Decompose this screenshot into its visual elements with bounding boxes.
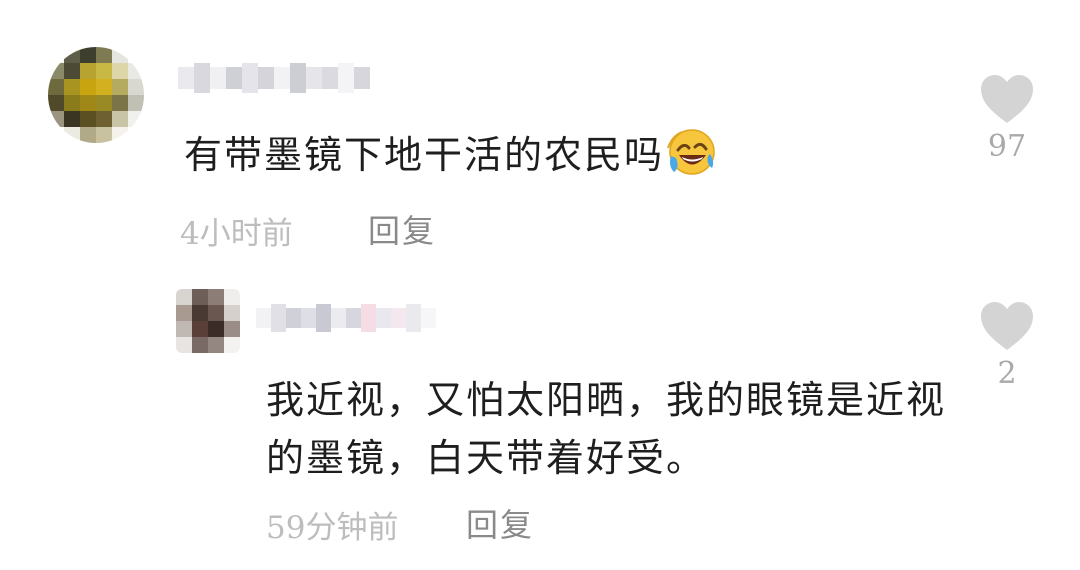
avatar-mosaic-cell (224, 321, 240, 337)
username-mosaic-block (331, 308, 346, 328)
laughing-with-tears-emoji-icon (667, 129, 715, 175)
avatar-mosaic-cell (128, 127, 144, 143)
like-button[interactable]: 97 (977, 73, 1037, 164)
comment-text: 有带墨镜下地干活的农民吗 (184, 128, 716, 178)
username-mosaic-block (338, 63, 354, 93)
like-button[interactable]: 2 (977, 300, 1037, 391)
username-mosaic-block (210, 67, 226, 89)
avatar-mosaic-cell (176, 305, 192, 321)
username-mosaic-block (306, 67, 322, 89)
avatar-mosaic-cell (96, 127, 112, 143)
avatar-mosaic-cell (128, 47, 144, 63)
comment-timestamp: 59分钟前 (266, 510, 399, 546)
username-mosaic-block (226, 67, 242, 89)
like-count: 2 (997, 356, 1017, 391)
avatar-mosaic-cell (80, 111, 96, 127)
like-count: 97 (987, 129, 1027, 164)
username-mosaic-block (194, 63, 210, 93)
username-mosaic-block (242, 63, 258, 93)
avatar-mosaic-cell (208, 289, 224, 305)
username-mosaic-block (274, 67, 290, 89)
avatar-mosaic-cell (176, 289, 192, 305)
avatar-mosaic-cell (80, 47, 96, 63)
avatar-mosaic-cell (192, 321, 208, 337)
username-mosaic-block (316, 304, 331, 332)
avatar-mosaic-cell (64, 63, 80, 79)
avatar-mosaic-cell (64, 95, 80, 111)
username-mosaic-block (376, 308, 391, 328)
username-mosaic-block (271, 304, 286, 332)
avatar-mosaic-cell (112, 127, 128, 143)
username-blurred[interactable] (178, 63, 370, 93)
comment-text-body: 有带墨镜下地干活的农民吗 (184, 133, 665, 177)
username-mosaic-block (361, 304, 376, 332)
avatar-mosaic-cell (128, 111, 144, 127)
heart-icon (981, 75, 1033, 123)
username-blurred[interactable] (256, 302, 436, 334)
avatar-mosaic-cell (192, 337, 208, 353)
avatar-mosaic-cell (208, 321, 224, 337)
avatar-mosaic-cell (192, 289, 208, 305)
avatar-mosaic-cell (208, 305, 224, 321)
username-mosaic-block (406, 304, 421, 332)
avatar-mosaic-cell (48, 63, 64, 79)
avatar-mosaic-cell (48, 79, 64, 95)
username-mosaic-block (258, 67, 274, 89)
reply-button[interactable]: 回复 (466, 500, 534, 546)
avatar-mosaic-cell (128, 95, 144, 111)
avatar-mosaic-cell (224, 337, 240, 353)
avatar-mosaic-cell (64, 127, 80, 143)
avatar-mosaic-cell (64, 47, 80, 63)
avatar-mosaic-cell (96, 79, 112, 95)
avatar-mosaic-cell (112, 63, 128, 79)
reply-comment-text: 我近视，又怕太阳晒，我的眼镜是近视的墨镜，白天带着好受。 (266, 378, 947, 480)
username-mosaic-block (391, 308, 406, 328)
username-mosaic-block (178, 67, 194, 89)
avatar-mosaic-cell (96, 95, 112, 111)
avatar-mosaic-cell (128, 63, 144, 79)
avatar-mosaic-cell (96, 111, 112, 127)
avatar-mosaic-cell (80, 95, 96, 111)
username-mosaic-block (256, 308, 271, 328)
heart-icon (981, 302, 1033, 350)
avatar-mosaic-cell (80, 79, 96, 95)
avatar-mosaic-cell (208, 337, 224, 353)
avatar-mosaic-cell (112, 111, 128, 127)
avatar-mosaic-cell (128, 79, 144, 95)
username-mosaic-block (354, 67, 370, 89)
avatar-mosaic-cell (64, 111, 80, 127)
username-mosaic-block (286, 308, 301, 328)
avatar-mosaic-cell (48, 47, 64, 63)
username-mosaic-block (346, 308, 361, 328)
avatar-mosaic-cell (80, 63, 96, 79)
avatar-mosaic-cell (224, 305, 240, 321)
avatar-mosaic-cell (48, 111, 64, 127)
avatar-mosaic-cell (112, 47, 128, 63)
username-mosaic-block (322, 67, 338, 89)
reply-button[interactable]: 回复 (368, 206, 436, 252)
username-mosaic-block (290, 63, 306, 93)
avatar-mosaic-cell (176, 337, 192, 353)
avatar-mosaic-cell (192, 305, 208, 321)
avatar-mosaic-cell (48, 127, 64, 143)
avatar-mosaic-cell (112, 79, 128, 95)
avatar-mosaic-cell (112, 95, 128, 111)
avatar-mosaic-cell (96, 63, 112, 79)
comment-timestamp: 4小时前 (180, 216, 293, 252)
avatar[interactable] (48, 47, 144, 143)
username-mosaic-block (421, 308, 436, 328)
avatar-mosaic-cell (80, 127, 96, 143)
username-mosaic-block (301, 308, 316, 328)
avatar[interactable] (176, 289, 240, 353)
avatar-mosaic-cell (48, 95, 64, 111)
avatar-mosaic-cell (224, 289, 240, 305)
avatar-mosaic-cell (96, 47, 112, 63)
avatar-mosaic-cell (64, 79, 80, 95)
avatar-mosaic-cell (176, 321, 192, 337)
